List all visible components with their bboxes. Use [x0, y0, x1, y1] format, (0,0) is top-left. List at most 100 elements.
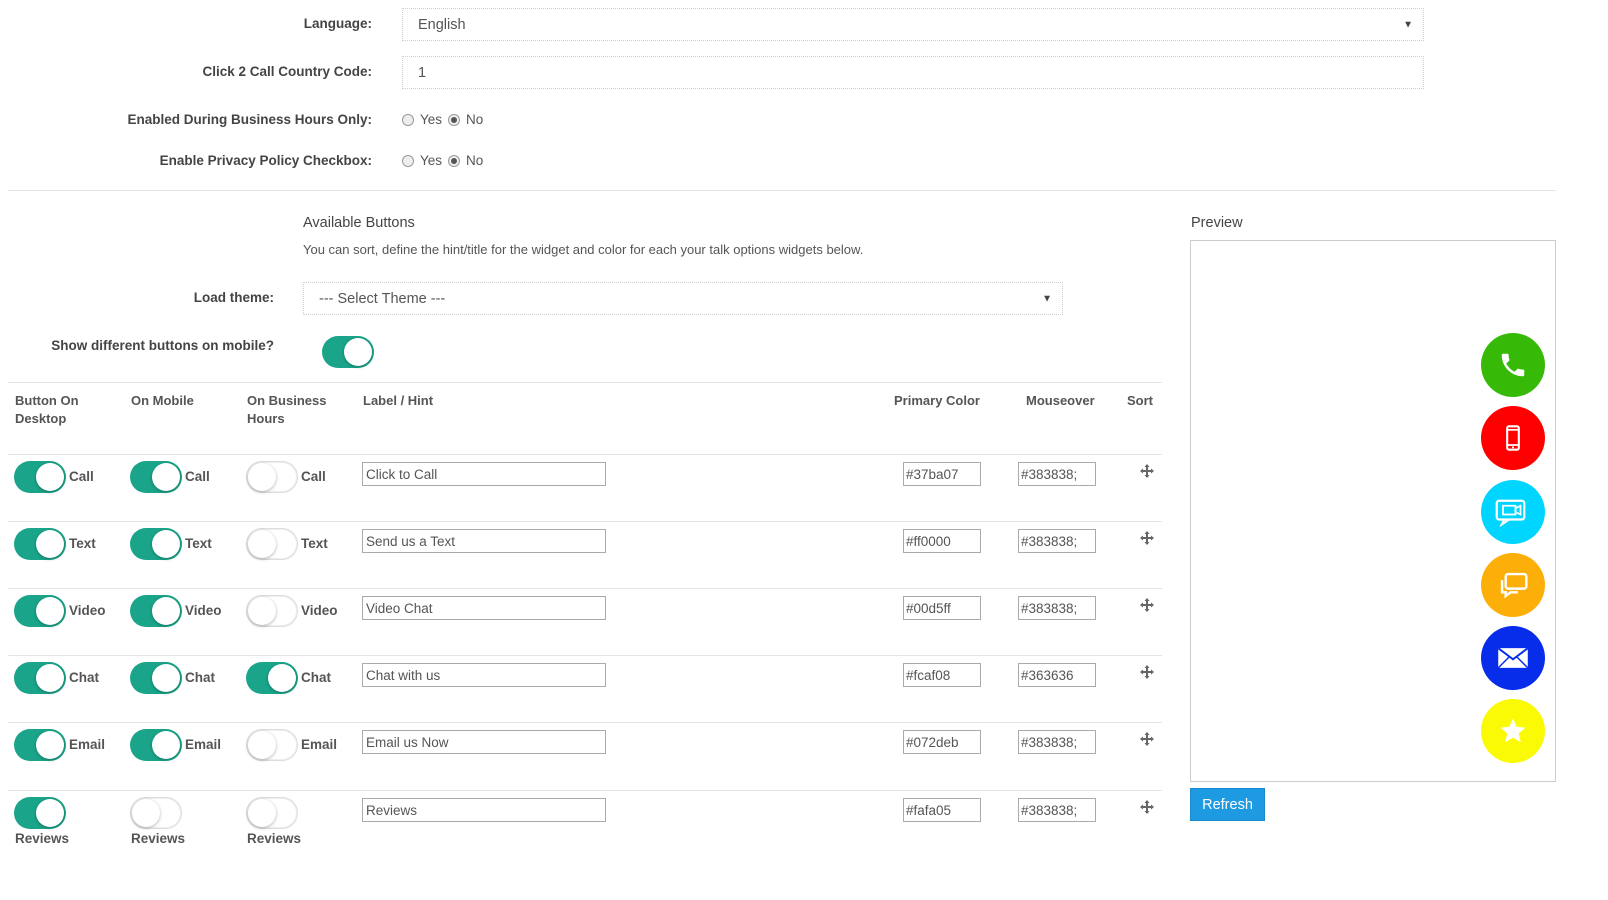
- move-handle-icon[interactable]: [1140, 732, 1154, 746]
- chat-mouseover-color-input[interactable]: #363636: [1018, 663, 1096, 687]
- header-label-hint: Label / Hint: [363, 393, 434, 408]
- business-hours-label: Enabled During Business Hours Only:: [127, 112, 372, 127]
- text-business-toggle[interactable]: [246, 528, 298, 560]
- reviews-mouseover-color-input[interactable]: #383838;: [1018, 798, 1096, 822]
- call-hint-input[interactable]: Click to Call: [362, 462, 606, 486]
- no-label: No: [466, 112, 484, 127]
- chat-mobile-toggle[interactable]: [130, 662, 182, 694]
- video-business-label: Video: [301, 603, 338, 618]
- reviews-mobile-label: Reviews: [131, 831, 186, 846]
- row-divider: [8, 521, 1162, 522]
- table-top-divider: [8, 382, 1162, 383]
- available-buttons-subtitle: You can sort, define the hint/title for …: [303, 242, 864, 257]
- toggle-knob: [36, 664, 64, 692]
- text-mobile-toggle[interactable]: [130, 528, 182, 560]
- business-hours-no-radio[interactable]: [448, 113, 461, 126]
- toggle-knob: [152, 731, 180, 759]
- chat-business-label: Chat: [301, 670, 331, 685]
- reviews-mobile-toggle[interactable]: [130, 797, 182, 829]
- toggle-knob: [36, 463, 64, 491]
- refresh-button[interactable]: Refresh: [1190, 788, 1265, 821]
- privacy-no-radio[interactable]: [448, 154, 461, 167]
- chat-primary-color-input[interactable]: #fcaf08: [903, 663, 981, 687]
- toggle-knob: [248, 463, 276, 491]
- reviews-business-toggle[interactable]: [246, 797, 298, 829]
- toggle-knob: [36, 731, 64, 759]
- move-handle-icon[interactable]: [1140, 800, 1154, 814]
- reviews-desktop-toggle[interactable]: [14, 797, 66, 829]
- chat-hint-input[interactable]: Chat with us: [362, 663, 606, 687]
- row-divider: [8, 454, 1162, 455]
- move-handle-icon[interactable]: [1140, 531, 1154, 545]
- privacy-yes-radio[interactable]: [402, 154, 414, 167]
- email-business-toggle[interactable]: [246, 729, 298, 761]
- mobile-icon[interactable]: [1481, 406, 1545, 470]
- video-chat-icon[interactable]: [1481, 480, 1545, 544]
- reviews-primary-color-input[interactable]: #fafa05: [903, 798, 981, 822]
- available-buttons-title: Available Buttons: [303, 215, 415, 231]
- toggle-knob: [248, 799, 276, 827]
- no-label: No: [466, 153, 484, 168]
- row-divider: [8, 722, 1162, 723]
- yes-label: Yes: [420, 153, 443, 168]
- preview-title: Preview: [1191, 215, 1243, 231]
- email-desktop-toggle[interactable]: [14, 729, 66, 761]
- move-handle-icon[interactable]: [1140, 665, 1154, 679]
- star-icon[interactable]: [1481, 699, 1545, 763]
- toggle-knob: [268, 664, 296, 692]
- row-divider: [8, 790, 1162, 791]
- video-hint-input[interactable]: Video Chat: [362, 596, 606, 620]
- country-code-input[interactable]: 1: [402, 56, 1424, 89]
- chevron-down-icon: ▼: [1042, 293, 1052, 304]
- chevron-down-icon: ▼: [1403, 19, 1413, 30]
- chat-desktop-label: Chat: [69, 670, 99, 685]
- email-icon[interactable]: [1481, 626, 1545, 690]
- text-hint-input[interactable]: Send us a Text: [362, 529, 606, 553]
- video-primary-color-input[interactable]: #00d5ff: [903, 596, 981, 620]
- call-mobile-toggle[interactable]: [130, 461, 182, 493]
- text-mouseover-color-input[interactable]: #383838;: [1018, 529, 1096, 553]
- phone-icon[interactable]: [1481, 333, 1545, 397]
- call-primary-color-input[interactable]: #37ba07: [903, 462, 981, 486]
- chat-business-toggle[interactable]: [246, 662, 298, 694]
- email-mobile-label: Email: [185, 737, 222, 752]
- text-primary-color-input[interactable]: #ff0000: [903, 529, 981, 553]
- toggle-knob: [132, 799, 160, 827]
- video-mouseover-color-input[interactable]: #383838;: [1018, 596, 1096, 620]
- toggle-knob: [344, 338, 372, 366]
- toggle-knob: [36, 597, 64, 625]
- call-desktop-label: Call: [69, 469, 94, 484]
- video-desktop-toggle[interactable]: [14, 595, 66, 627]
- move-handle-icon[interactable]: [1140, 598, 1154, 612]
- text-desktop-toggle[interactable]: [14, 528, 66, 560]
- mobile-buttons-toggle[interactable]: [322, 336, 374, 368]
- language-label: Language:: [303, 16, 372, 31]
- toggle-knob: [248, 731, 276, 759]
- call-mouseover-color-input[interactable]: #383838;: [1018, 462, 1096, 486]
- email-hint-input[interactable]: Email us Now: [362, 730, 606, 754]
- theme-select[interactable]: --- Select Theme --- ▼: [303, 282, 1063, 315]
- section-divider: [8, 190, 1556, 191]
- mobile-buttons-label: Show different buttons on mobile?: [51, 338, 274, 353]
- language-select[interactable]: English ▼: [402, 8, 1424, 41]
- toggle-knob: [152, 597, 180, 625]
- video-business-toggle[interactable]: [246, 595, 298, 627]
- load-theme-label: Load theme:: [193, 290, 274, 305]
- privacy-radio-group: Yes No: [402, 153, 489, 168]
- email-primary-color-input[interactable]: #072deb: [903, 730, 981, 754]
- reviews-business-label: Reviews: [247, 831, 302, 846]
- text-business-label: Text: [301, 536, 328, 551]
- chat-desktop-toggle[interactable]: [14, 662, 66, 694]
- email-mouseover-color-input[interactable]: #383838;: [1018, 730, 1096, 754]
- video-mobile-label: Video: [185, 603, 222, 618]
- video-mobile-toggle[interactable]: [130, 595, 182, 627]
- header-mouseover: Mouseover: [1026, 393, 1095, 408]
- move-handle-icon[interactable]: [1140, 464, 1154, 478]
- email-mobile-toggle[interactable]: [130, 729, 182, 761]
- call-business-toggle[interactable]: [246, 461, 298, 493]
- reviews-hint-input[interactable]: Reviews: [362, 798, 606, 822]
- chat-icon[interactable]: [1481, 553, 1545, 617]
- call-desktop-toggle[interactable]: [14, 461, 66, 493]
- text-desktop-label: Text: [69, 536, 96, 551]
- business-hours-yes-radio[interactable]: [402, 113, 414, 126]
